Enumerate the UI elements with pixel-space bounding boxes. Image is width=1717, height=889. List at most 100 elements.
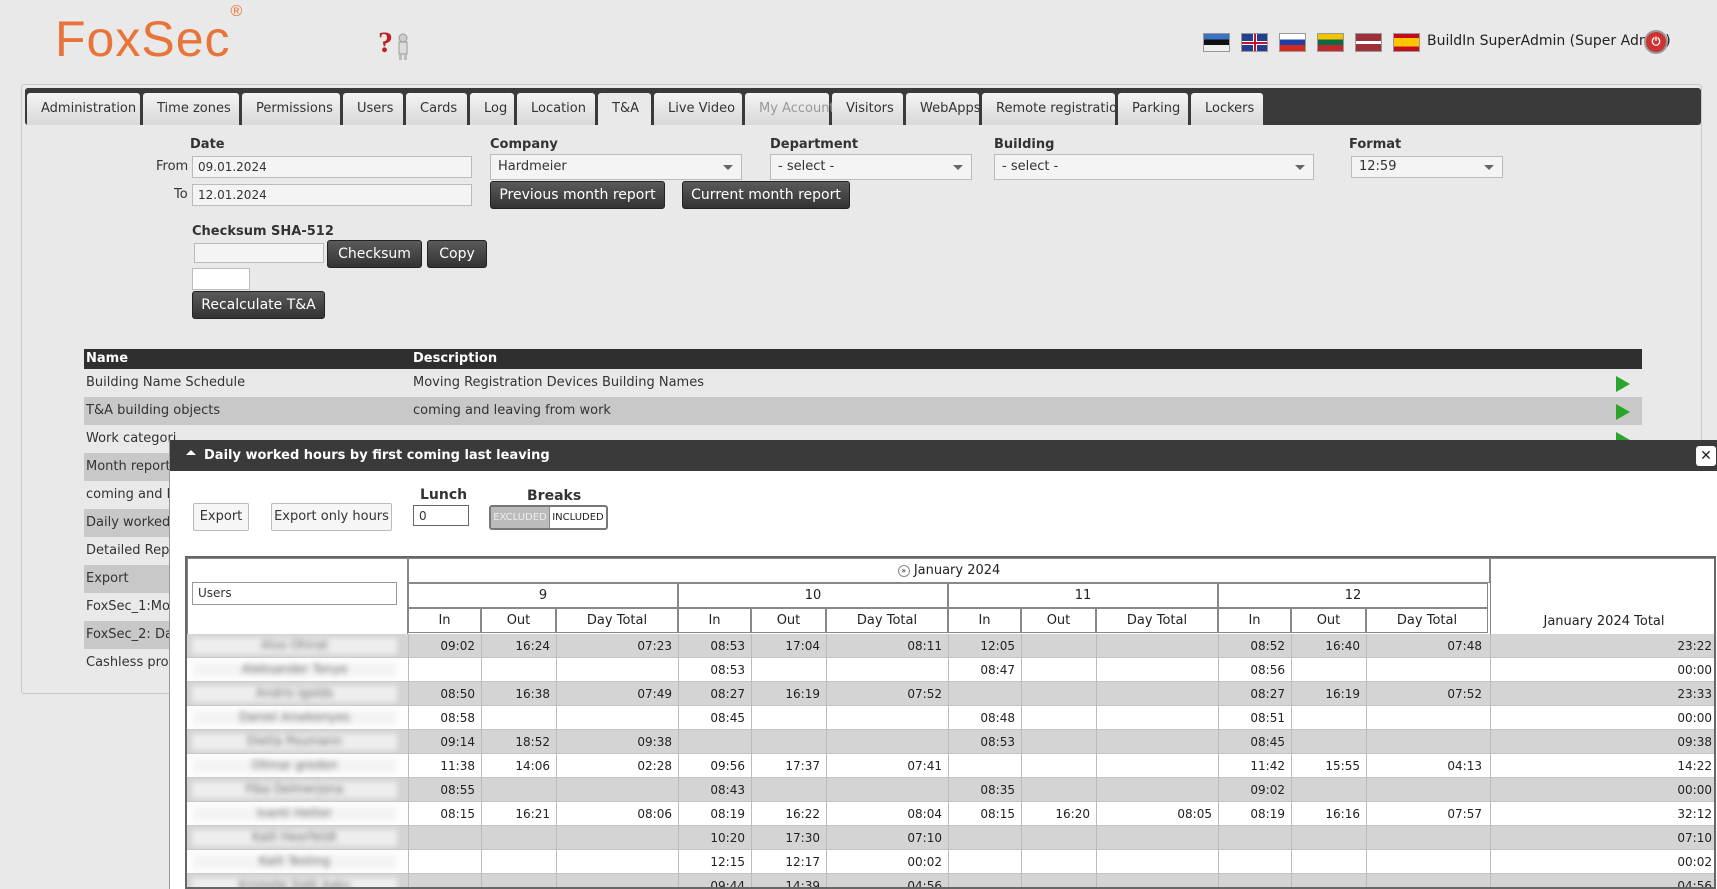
home-icon [186,450,196,455]
time-cell [556,826,678,850]
previous-month-report-button[interactable]: Previous month report [490,181,665,209]
building-select[interactable]: - select - [994,154,1314,180]
department-label: Department [770,137,859,152]
close-icon[interactable]: ✕ [1696,446,1716,466]
time-cell: 08:53 [678,634,751,658]
user-name: Alvo Ohirat [192,638,397,654]
flag-uk[interactable] [1241,33,1268,52]
time-cell [1021,706,1096,730]
tab-location[interactable]: Location [517,93,595,125]
user-name: Kristelle Sidit Aaks [192,878,397,887]
users-filter-input[interactable]: Users [192,582,397,605]
time-cell [1096,634,1218,658]
play-icon[interactable] [1616,404,1630,420]
user-name: Aleksander Tonye [192,662,397,678]
export-only-hours-button[interactable]: Export only hours [271,503,392,531]
report-name: Month report [86,459,171,474]
tab-log[interactable]: Log [470,93,514,125]
time-cell: 08:05 [1096,802,1218,826]
month-total-cell: 07:10 [1490,826,1714,850]
tab-permissions[interactable]: Permissions [242,93,340,125]
time-cell [1366,658,1488,682]
time-cell [1291,706,1366,730]
month-total-cell: 14:22 [1490,754,1714,778]
flag-spain[interactable] [1393,33,1420,52]
from-date-input[interactable]: 09.01.2024 [192,156,472,178]
lunch-input[interactable]: 0 [413,505,469,526]
chevron-down-icon [723,165,733,170]
report-row[interactable]: T&A building objects coming and leaving f… [84,397,1642,425]
department-select[interactable]: - select - [770,154,972,180]
time-cell: 16:16 [1291,802,1366,826]
language-flags [1203,33,1420,52]
dialog-title-bar: Daily worked hours by first coming last … [170,440,1717,471]
month-total-cell: 00:00 [1490,658,1714,682]
company-label: Company [490,137,558,152]
time-cell: 16:38 [481,682,556,706]
time-cell [1096,706,1218,730]
current-user[interactable]: BuildIn SuperAdmin (Super Admin) [1427,33,1671,49]
excluded-option[interactable]: EXCLUDED [491,507,549,528]
collapse-icon[interactable]: » [897,564,910,577]
export-button[interactable]: Export [193,503,249,531]
chevron-down-icon [1484,165,1494,170]
report-row[interactable]: Building Name Schedule Moving Registratio… [84,369,1642,397]
from-label: From [156,159,189,174]
tab-remote-registration[interactable]: Remote registration [982,93,1125,125]
tab-administration[interactable]: Administration [27,93,140,125]
logout-icon[interactable]: ⏻ [1644,30,1668,54]
flag-russia[interactable] [1279,33,1306,52]
time-cell: 07:52 [1366,682,1488,706]
time-cell: 14:06 [481,754,556,778]
time-cell [1021,730,1096,754]
time-cell: 09:02 [408,634,481,658]
checksum-button[interactable]: Checksum [327,240,422,268]
to-date-input[interactable]: 12.01.2024 [192,184,472,206]
breaks-toggle[interactable]: EXCLUDED INCLUDED [489,505,608,530]
company-select[interactable]: Hardmeier [490,154,742,180]
time-cell [1366,706,1488,730]
report-name: Export [86,571,129,586]
tab-users[interactable]: Users [343,93,403,125]
flag-latvia[interactable] [1355,33,1382,52]
checksum-label: Checksum SHA-512 [192,224,334,239]
help-icon[interactable]: ? [378,24,412,60]
time-cell [826,706,948,730]
recalculate-ta-button[interactable]: Recalculate T&A [192,291,325,319]
tab-parking[interactable]: Parking [1118,93,1188,125]
checksum-result-input[interactable] [192,268,250,290]
foxsec-logo[interactable]: FoxSec® [55,3,243,68]
user-name: Ollmar greden [192,758,397,774]
time-cell [826,730,948,754]
tab-time-zones[interactable]: Time zones [143,93,239,125]
included-option[interactable]: INCLUDED [549,507,606,528]
time-cell: 08:15 [408,802,481,826]
tab-webapps[interactable]: WebApps [906,93,981,125]
sub-header-out: Out [1021,608,1096,633]
time-cell [408,826,481,850]
time-cell [1096,874,1218,887]
flag-lithuania[interactable] [1317,33,1344,52]
current-month-report-button[interactable]: Current month report [682,181,850,209]
sub-header-total: Day Total [1366,608,1488,633]
time-cell: 07:48 [1366,634,1488,658]
time-cell: 07:23 [556,634,678,658]
time-cell: 18:52 [481,730,556,754]
tab-live-video[interactable]: Live Video [654,93,742,125]
copy-button[interactable]: Copy [427,240,487,268]
time-cell: 08:45 [678,706,751,730]
tab-t-a[interactable]: T&A [598,93,651,125]
flag-estonia[interactable] [1203,33,1230,52]
play-icon[interactable] [1616,376,1630,392]
time-cell [556,850,678,874]
format-select[interactable]: 12:59 [1351,156,1503,178]
time-cell [1291,778,1366,802]
time-cell [408,874,481,887]
tab-cards[interactable]: Cards [406,93,467,125]
tab-visitors[interactable]: Visitors [832,93,903,125]
checksum-input[interactable] [194,243,324,263]
time-cell: 07:49 [556,682,678,706]
time-cell: 08:45 [1218,730,1291,754]
user-name: Ivanti Hetter [192,806,397,822]
tab-lockers[interactable]: Lockers [1191,93,1263,125]
